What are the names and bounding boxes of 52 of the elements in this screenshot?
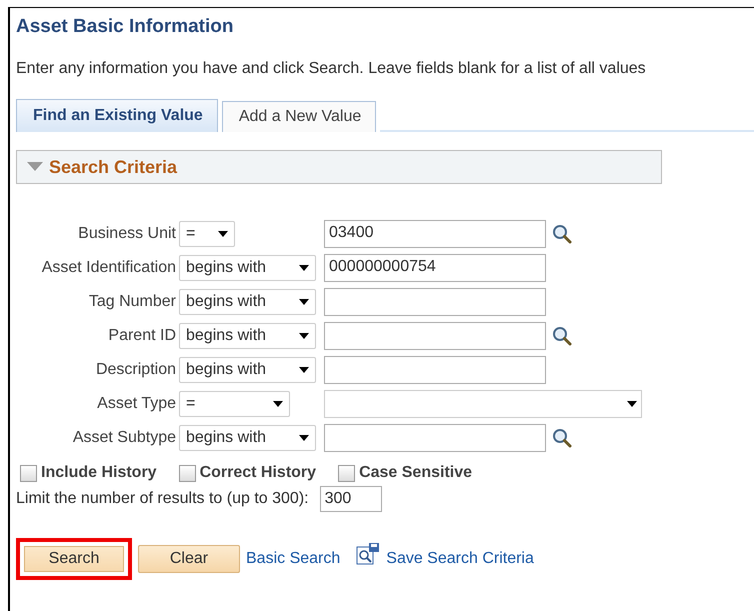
checkbox[interactable]: [338, 464, 356, 482]
operator-dropdown[interactable]: begins with: [179, 289, 316, 315]
instructions-text: Enter any information you have and click Search. Leave fields blank for a list of all values: [16, 60, 647, 78]
caret-icon: [299, 333, 309, 339]
collapse-triangle-icon: [27, 162, 43, 172]
save-search-icon[interactable]: [356, 542, 380, 566]
page-title: Asset Basic Information: [16, 16, 234, 38]
section-header[interactable]: Search Criteria: [16, 150, 662, 184]
caret-icon: [299, 367, 309, 373]
operator-dropdown[interactable]: begins with: [179, 425, 316, 451]
input-field[interactable]: [324, 322, 546, 350]
input-field[interactable]: 03400: [324, 220, 546, 248]
caret-icon: [299, 299, 309, 305]
tab[interactable]: Find an Existing Value: [16, 99, 218, 132]
input-field[interactable]: [324, 356, 546, 384]
tab[interactable]: Add a New Value: [222, 101, 376, 132]
operator-dropdown[interactable]: begins with: [179, 255, 316, 281]
field-label: Parent ID: [107, 327, 176, 345]
input-field[interactable]: 000000000754: [324, 254, 546, 282]
field-label: Asset Type: [96, 395, 176, 413]
section-title: Search Criteria: [49, 156, 178, 178]
input-field[interactable]: [324, 288, 546, 316]
limit-label: Limit the number of results to (up to 300):: [16, 490, 309, 508]
checkbox-label: Case Sensitive: [359, 464, 472, 482]
search-icon[interactable]: [552, 326, 572, 346]
operator-dropdown[interactable]: =: [179, 221, 235, 247]
operator-dropdown[interactable]: begins with: [179, 357, 316, 383]
link[interactable]: Save Search Criteria: [386, 550, 534, 568]
action-button[interactable]: Search: [16, 538, 132, 580]
field-label: Business Unit: [77, 225, 176, 243]
link[interactable]: Basic Search: [246, 550, 340, 568]
caret-icon: [273, 401, 283, 407]
limit-field[interactable]: 300: [320, 486, 382, 512]
field-label: Asset Subtype: [72, 429, 176, 447]
checkbox-label: Correct History: [200, 464, 316, 482]
caret-icon: [218, 231, 228, 237]
caret-icon: [299, 435, 309, 441]
action-button[interactable]: Clear: [138, 545, 240, 573]
caret-icon: [627, 401, 637, 407]
value-dropdown[interactable]: [324, 390, 642, 418]
checkbox-label: Include History: [41, 464, 157, 482]
caret-icon: [299, 265, 309, 271]
operator-dropdown[interactable]: begins with: [179, 323, 316, 349]
checkbox[interactable]: [20, 464, 37, 482]
checkbox[interactable]: [178, 464, 196, 482]
field-label: Description: [94, 361, 176, 379]
search-icon[interactable]: [552, 428, 572, 448]
field-label: Tag Number: [88, 293, 176, 311]
operator-dropdown[interactable]: =: [179, 391, 290, 417]
field-label: Asset Identification: [40, 259, 176, 277]
search-icon[interactable]: [552, 224, 572, 244]
input-field[interactable]: [324, 424, 546, 452]
